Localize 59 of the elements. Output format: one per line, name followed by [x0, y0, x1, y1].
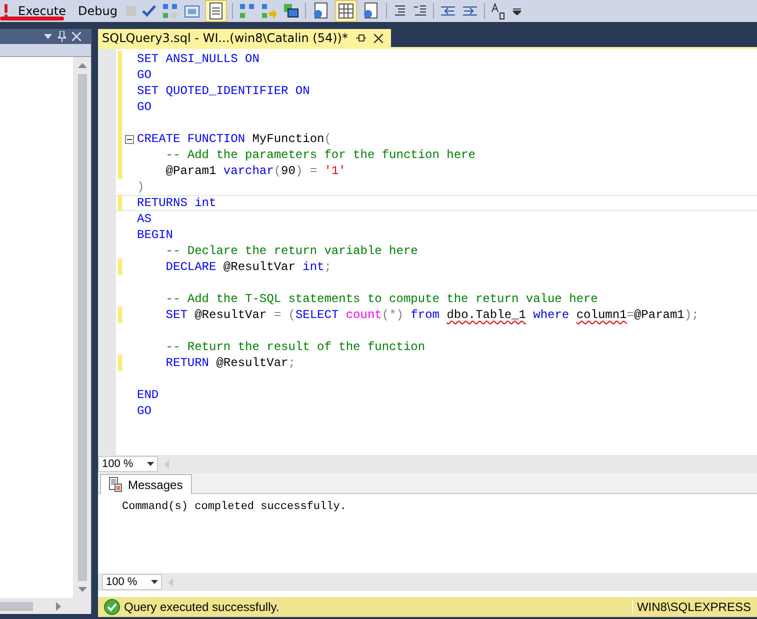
indent-icon[interactable] [462, 4, 478, 18]
code-line: SET ANSI_NULLS ON [137, 52, 260, 66]
outdent-icon[interactable] [440, 4, 456, 18]
document-icon[interactable] [362, 2, 380, 20]
code-line: BEGIN [137, 228, 174, 242]
code-line: GO [137, 404, 152, 418]
code-line: RETURN @ResultVar; [164, 356, 296, 370]
scroll-right-icon[interactable] [56, 602, 61, 610]
execute-button[interactable]: Execute [15, 1, 69, 21]
server-name: WIN8\SQLEXPRESS [632, 600, 751, 614]
code-line: -- Add the T-SQL statements to compute the return value here [164, 292, 598, 306]
code-line: -- Add the parameters for the function here [164, 148, 476, 162]
zoom-dropdown[interactable]: 100 % [102, 574, 162, 590]
scroll-down-icon[interactable] [78, 587, 86, 592]
checkmark-icon[interactable] [142, 5, 156, 17]
code-line: ) [137, 180, 144, 194]
code-line: CREATE FUNCTION MyFunction( [137, 132, 332, 146]
debug-button[interactable]: Debug [75, 1, 120, 21]
flowchart-icon[interactable] [239, 3, 256, 19]
messages-icon [109, 477, 122, 492]
messages-tab[interactable]: Messages [100, 474, 192, 494]
pin-icon[interactable] [356, 34, 366, 42]
status-message: Query executed successfully. [124, 600, 280, 614]
arrow-icon[interactable] [261, 3, 278, 19]
success-check-icon [104, 599, 120, 615]
code-line: -- Return the result of the function [164, 340, 426, 354]
editor-tab[interactable]: SQLQuery3.sql - WI...(win8\Catalin (54))* [98, 29, 391, 47]
document-icon[interactable] [312, 2, 330, 20]
code-line: @Param1 varchar(90) = '1' [164, 164, 346, 178]
message-text: Command(s) completed successfully. [122, 501, 346, 513]
horizontal-scrollbar[interactable] [0, 598, 91, 614]
zoom-dropdown[interactable]: 100 % [98, 456, 158, 472]
grid-icon[interactable] [336, 1, 356, 21]
code-line: DECLARE @ResultVar int; [164, 260, 332, 274]
lines-icon[interactable] [413, 4, 428, 18]
caret-icon[interactable] [151, 580, 158, 584]
collapse-icon[interactable] [125, 134, 134, 144]
code-line: SET QUOTED_IDENTIFIER ON [137, 84, 310, 98]
text-icon[interactable] [491, 2, 508, 20]
code-line: GO [137, 100, 152, 114]
exclamation-icon[interactable] [3, 4, 9, 18]
underline-annotation [0, 16, 64, 21]
indent-lines-icon[interactable] [393, 4, 408, 18]
caret-icon[interactable] [147, 462, 154, 466]
code-line: RETURNS int [137, 196, 216, 210]
overflow-icon[interactable] [513, 7, 522, 15]
close-icon[interactable] [374, 34, 383, 42]
code-line: END [137, 388, 159, 402]
document-icon[interactable] [206, 1, 226, 21]
code-line: GO [137, 68, 152, 82]
code-line: AS [137, 212, 152, 226]
window-icon[interactable] [184, 3, 200, 19]
vertical-scrollbar[interactable] [73, 57, 91, 598]
scroll-up-icon[interactable] [78, 63, 86, 68]
dropdown-icon[interactable] [44, 34, 52, 39]
code-line: -- Declare the return variable here [164, 244, 418, 258]
tab-title: SQLQuery3.sql - WI...(win8\Catalin (54))* [102, 31, 348, 45]
flowchart-icon[interactable] [162, 3, 178, 19]
code-line: SET @ResultVar = (SELECT count(*) from dbo.Table_1 where column1=@Param1); [164, 308, 699, 322]
